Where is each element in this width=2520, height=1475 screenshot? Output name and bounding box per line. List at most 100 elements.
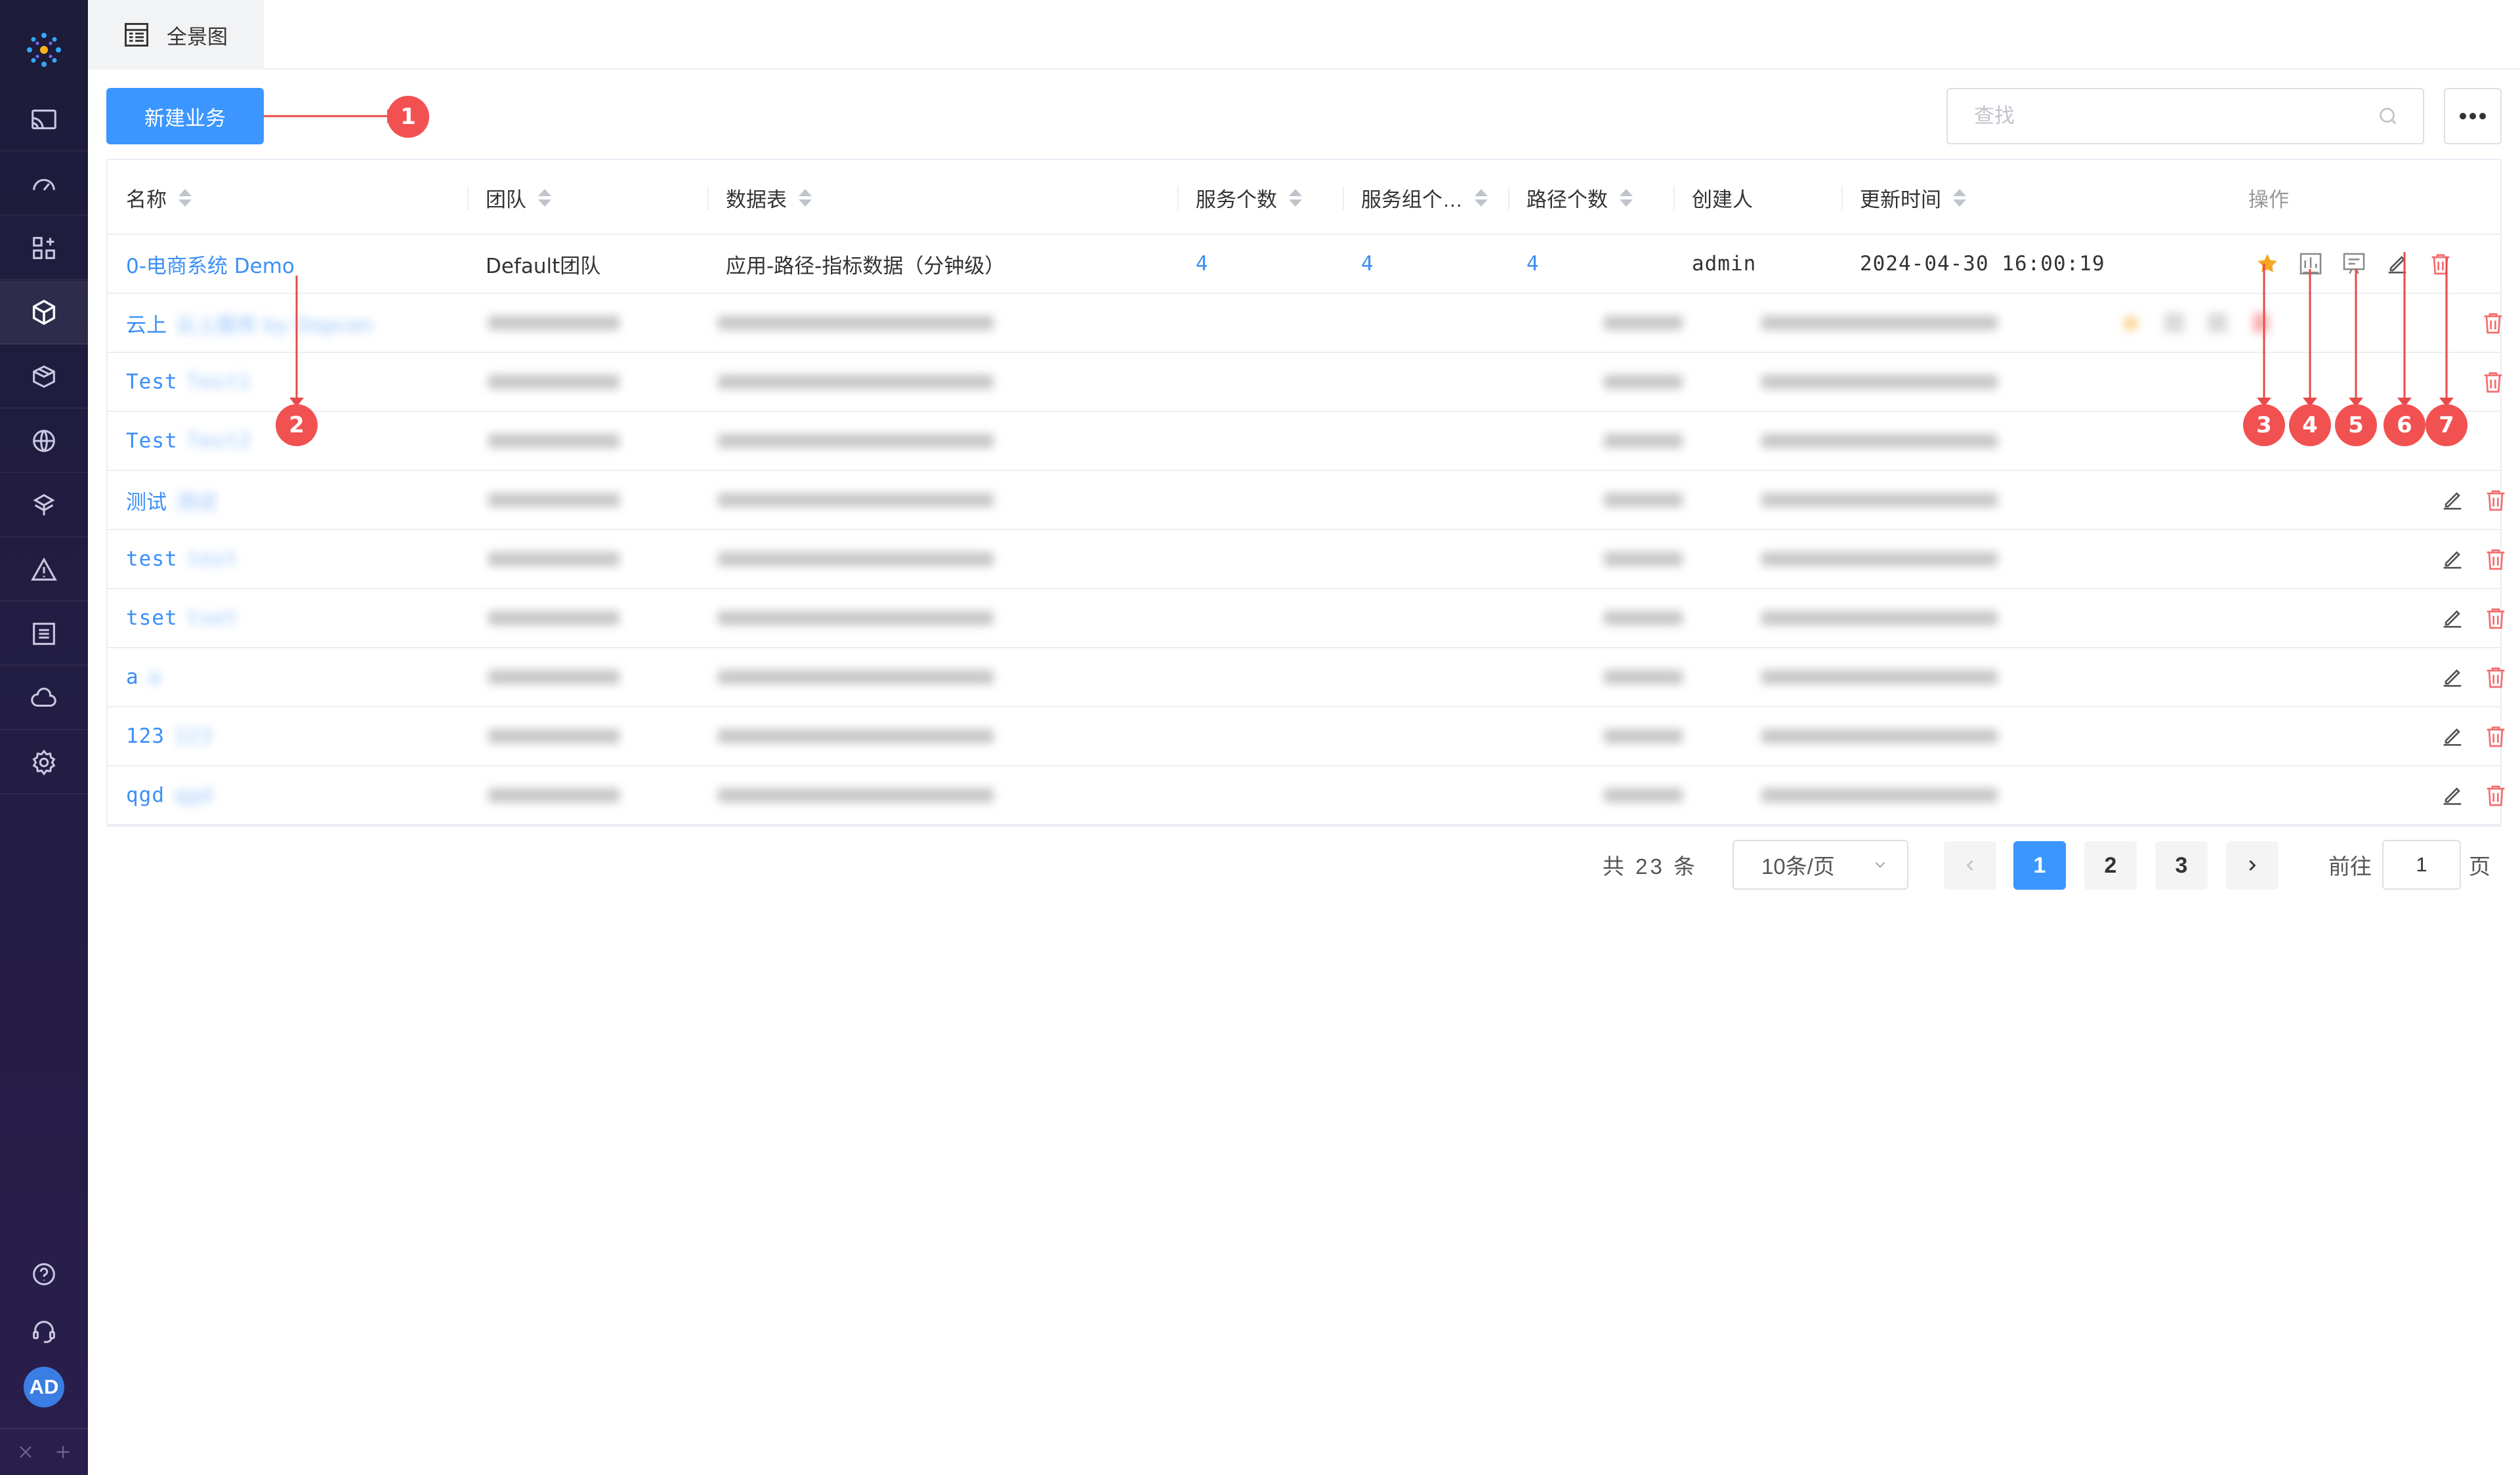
new-business-button[interactable]: 新建业务 [106, 88, 264, 144]
user-avatar-button[interactable]: AD [0, 1361, 88, 1413]
col-path-count[interactable]: 路径个数 [1508, 160, 1633, 235]
search-icon[interactable] [2377, 105, 2399, 127]
pagination-total: 共 23 条 [1603, 854, 1698, 879]
obscured-cell [1761, 670, 1998, 684]
delete-icon[interactable] [2426, 249, 2456, 279]
edit-icon[interactable] [2437, 721, 2468, 751]
next-page-button[interactable] [2226, 841, 2278, 890]
business-name-link[interactable]: Test Test1 [126, 353, 251, 411]
col-updated[interactable]: 更新时间 [1841, 160, 1966, 235]
more-button[interactable] [2444, 88, 2502, 144]
edit-icon[interactable] [2437, 485, 2468, 515]
col-service-group-count[interactable]: 服务组个… [1343, 160, 1488, 235]
sidebar-item-alert[interactable] [0, 538, 88, 602]
delete-icon[interactable] [2478, 308, 2508, 338]
business-name-link[interactable]: qgd qgd [126, 766, 213, 824]
sort-icon[interactable] [178, 188, 192, 207]
add-icon[interactable] [52, 1442, 74, 1463]
edit-icon[interactable] [2437, 544, 2468, 574]
col-service-count[interactable]: 服务个数 [1177, 160, 1302, 235]
delete-icon[interactable] [2481, 485, 2511, 515]
table-row[interactable]: test test [108, 530, 2505, 589]
favorite-star-icon[interactable] [2252, 249, 2282, 279]
table-row[interactable]: 云上 云上服务 by Dopcen [108, 294, 2502, 353]
logo-icon[interactable] [23, 29, 65, 71]
page-2-button[interactable]: 2 [2084, 841, 2137, 890]
tab-panorama[interactable]: 全景图 [88, 0, 264, 70]
delete-icon[interactable] [2481, 603, 2511, 633]
sidebar-item-package[interactable] [0, 345, 88, 409]
table-row[interactable]: aa [108, 648, 2505, 707]
panorama-view-icon[interactable] [2296, 249, 2326, 279]
sort-icon[interactable] [799, 188, 812, 207]
business-name-link[interactable]: 测试 测试 [126, 471, 217, 529]
table-row[interactable]: qgd qgd [108, 766, 2505, 825]
goto-page-input[interactable]: 1 [2382, 840, 2461, 890]
edit-icon[interactable] [2437, 662, 2468, 692]
sort-icon[interactable] [1953, 188, 1966, 207]
path-count-link[interactable]: 4 [1526, 235, 1540, 293]
col-datatable[interactable]: 数据表 [707, 160, 812, 235]
obscured-cell [1604, 316, 1683, 330]
help-button[interactable] [0, 1248, 88, 1300]
table-row[interactable]: 123 123 [108, 707, 2505, 766]
page-1-button[interactable]: 1 [2013, 841, 2066, 890]
delete-icon[interactable] [2481, 721, 2511, 751]
annotation-badge-2: 2 [276, 404, 318, 446]
row-actions [2437, 707, 2520, 765]
service-count-link[interactable]: 4 [1196, 235, 1209, 293]
obscured-cell [1761, 316, 1998, 330]
business-name-link[interactable]: 云上 云上服务 by Dopcen [126, 294, 373, 352]
delete-icon[interactable] [2478, 367, 2508, 397]
edit-icon[interactable] [2437, 780, 2468, 810]
panorama-view-icon[interactable] [2159, 308, 2189, 338]
business-name-link[interactable]: tset tset [126, 589, 238, 647]
table-row[interactable]: 测试 测试 [108, 471, 2505, 530]
service-group-count-link[interactable]: 4 [1361, 235, 1374, 293]
table-row[interactable]: Test Test1 [108, 353, 2502, 412]
obscured-cell [718, 434, 994, 448]
page-3-button[interactable]: 3 [2155, 841, 2208, 890]
support-button[interactable] [0, 1304, 88, 1357]
detail-list-icon[interactable] [2202, 308, 2233, 338]
sidebar-item-model[interactable] [0, 474, 88, 537]
sidebar-item-settings[interactable] [0, 731, 88, 795]
obscured-cell [1761, 729, 1998, 743]
sidebar-item-screen[interactable] [0, 88, 88, 152]
business-name-link[interactable]: test test [126, 530, 238, 588]
table-row[interactable]: 0-电商系统 Demo Default团队 应用-路径-指标数据（分钟级） 4 … [108, 235, 2500, 294]
delete-icon[interactable] [2481, 544, 2511, 574]
favorite-star-icon[interactable] [2116, 308, 2146, 338]
business-name-link[interactable]: aa [126, 648, 161, 706]
sidebar-item-dashboard[interactable] [0, 152, 88, 216]
sidebar-item-business[interactable] [0, 281, 88, 344]
collapse-icon[interactable] [15, 1442, 36, 1463]
prev-page-button[interactable] [1944, 841, 1996, 890]
business-name-link[interactable]: Test Test2 [126, 412, 251, 470]
sort-icon[interactable] [1289, 188, 1302, 207]
sidebar-item-cloud[interactable] [0, 667, 88, 730]
business-name-link[interactable]: 123 123 [126, 707, 213, 765]
creator-cell: admin [1692, 252, 1757, 276]
edit-icon[interactable] [2437, 603, 2468, 633]
detail-list-icon[interactable] [2339, 249, 2369, 279]
business-name-link[interactable]: 0-电商系统 Demo [126, 235, 295, 293]
col-team[interactable]: 团队 [467, 160, 551, 235]
col-name[interactable]: 名称 [126, 160, 192, 235]
page-size-select[interactable]: 10条/页 [1732, 840, 1908, 890]
table-row[interactable]: Test Test2 [108, 412, 2500, 471]
topology-icon [33, 236, 55, 259]
sidebar-item-globe[interactable] [0, 409, 88, 473]
delete-icon[interactable] [2481, 780, 2511, 810]
sidebar-item-list[interactable] [0, 602, 88, 666]
row-actions [2116, 294, 2289, 352]
sort-icon[interactable] [1620, 188, 1633, 207]
delete-icon[interactable] [2481, 662, 2511, 692]
search-input[interactable] [1974, 104, 2377, 128]
edit-icon[interactable] [2382, 249, 2412, 279]
delete-icon[interactable] [2246, 308, 2276, 338]
table-row[interactable]: tset tset [108, 589, 2505, 648]
sort-icon[interactable] [1475, 188, 1488, 207]
sort-icon[interactable] [538, 188, 551, 207]
sidebar-item-topology[interactable] [0, 217, 88, 280]
